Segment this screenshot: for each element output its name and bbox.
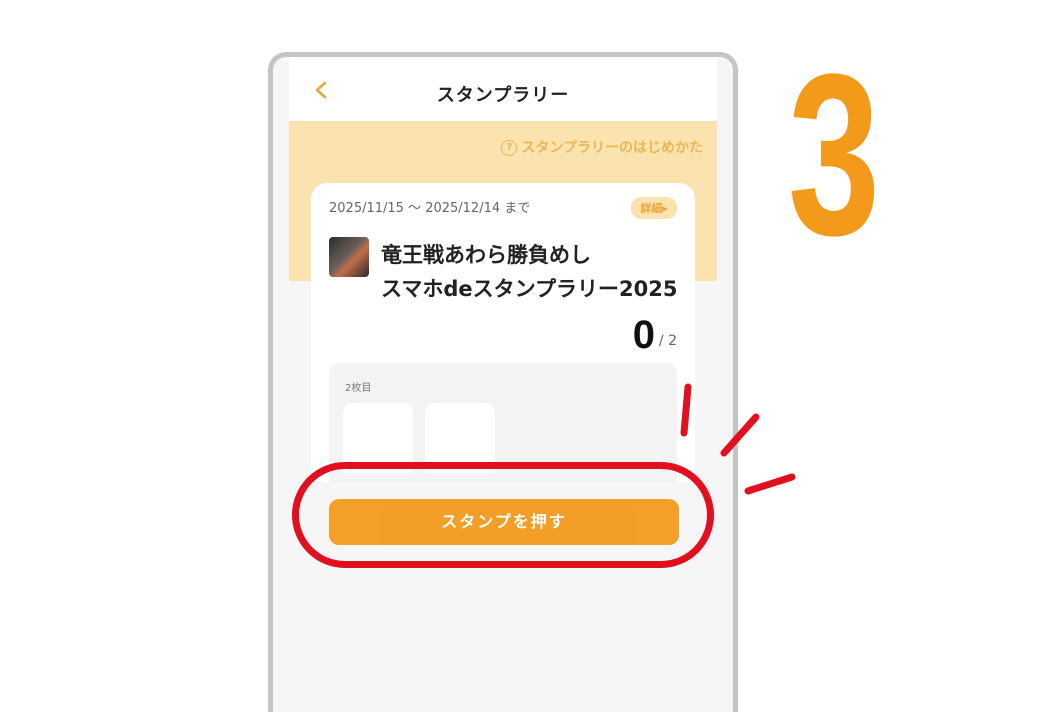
page-title: スタンプラリー	[436, 85, 570, 106]
stamp-count: 0	[632, 313, 655, 357]
highlight-ring	[292, 462, 714, 568]
app-header: スタンプラリー	[289, 57, 717, 121]
rally-dates: 2025/11/15 〜 2025/12/14 まで	[329, 201, 531, 216]
emphasis-lines	[680, 383, 796, 495]
rally-thumbnail	[329, 237, 369, 277]
howto-label: スタンプラリーのはじめかた	[521, 140, 703, 156]
question-circle-icon: ?	[501, 140, 518, 156]
rally-title-line2: スマホdeスタンプラリー2025	[381, 277, 678, 301]
rally-card: 2025/11/15 〜 2025/12/14 まで 詳細▸ 竜王戦あわら勝負め…	[311, 183, 695, 483]
sheet-label: 2枚目	[345, 383, 372, 394]
rally-title-line1: 竜王戦あわら勝負めし	[381, 243, 591, 267]
step-number: 3	[788, 26, 881, 283]
app-screen: スタンプラリー ? スタンプラリーのはじめかた 2025/11/15 〜 2025…	[289, 57, 717, 712]
detail-button[interactable]: 詳細▸	[631, 197, 677, 219]
stamp-total: / 2	[658, 333, 677, 349]
howto-link[interactable]: ? スタンプラリーのはじめかた	[501, 137, 703, 157]
